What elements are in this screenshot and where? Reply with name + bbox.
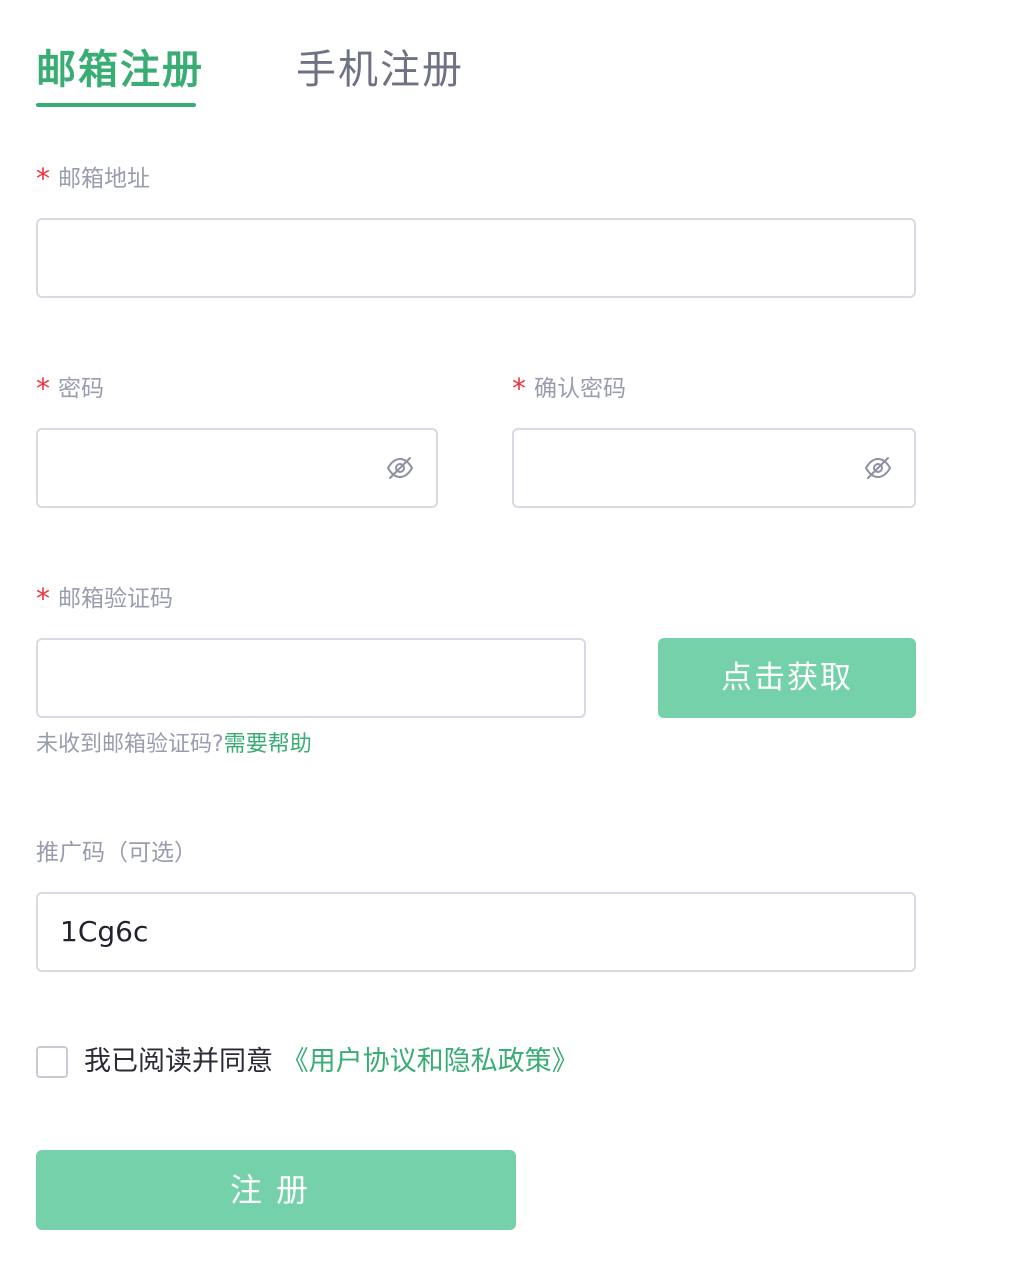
password-label-row: * 密码: [36, 374, 104, 404]
verification-code-input[interactable]: [36, 638, 586, 718]
eye-off-icon[interactable]: [386, 455, 414, 481]
confirm-password-label-row: * 确认密码: [512, 374, 626, 404]
password-input[interactable]: [36, 428, 438, 508]
code-label-row: * 邮箱验证码: [36, 584, 173, 614]
get-code-button[interactable]: 点击获取: [658, 638, 916, 718]
password-label: 密码: [58, 376, 104, 402]
required-mark: *: [36, 582, 50, 615]
agreement-row: 我已阅读并同意 《用户协议和隐私政策》: [84, 1044, 579, 1080]
required-mark: *: [36, 162, 50, 195]
need-help-link[interactable]: 需要帮助: [224, 732, 312, 757]
referral-code-input[interactable]: 1Cg6c: [36, 892, 916, 972]
code-help-row: 未收到邮箱验证码?需要帮助: [36, 730, 312, 760]
agreement-checkbox[interactable]: [36, 1046, 68, 1078]
register-button[interactable]: 注册: [36, 1150, 516, 1230]
user-agreement-link[interactable]: 《用户协议和隐私政策》: [282, 1046, 579, 1077]
required-mark: *: [512, 372, 526, 405]
email-label: 邮箱地址: [58, 166, 150, 192]
confirm-password-label: 确认密码: [534, 376, 626, 402]
confirm-password-input[interactable]: [512, 428, 916, 508]
tab-phone-register[interactable]: 手机注册: [296, 44, 464, 96]
required-mark: *: [36, 372, 50, 405]
tab-email-register[interactable]: 邮箱注册: [36, 44, 204, 96]
active-tab-indicator: [36, 103, 196, 107]
code-label: 邮箱验证码: [58, 586, 173, 612]
eye-off-icon[interactable]: [864, 455, 892, 481]
email-label-row: * 邮箱地址: [36, 164, 150, 194]
referral-label: 推广码（可选）: [36, 840, 197, 866]
code-help-text: 未收到邮箱验证码?: [36, 732, 224, 757]
email-input[interactable]: [36, 218, 916, 298]
agreement-text: 我已阅读并同意: [84, 1046, 273, 1077]
